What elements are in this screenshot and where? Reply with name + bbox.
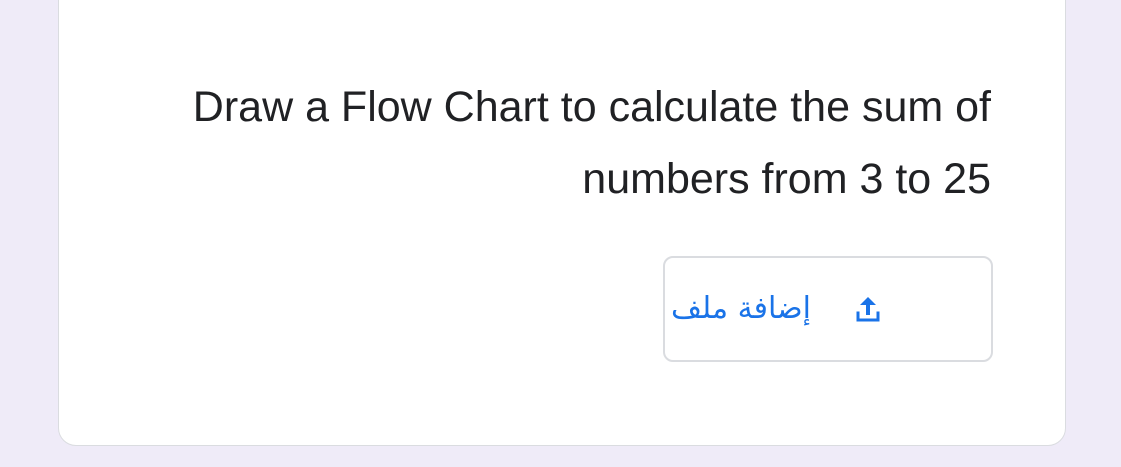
question-text: Draw a Flow Chart to calculate the sum o…: [192, 83, 991, 203]
upload-icon: [849, 290, 887, 328]
question-card: Draw a Flow Chart to calculate the sum o…: [58, 0, 1066, 446]
add-file-label: إضافة ملف: [671, 291, 811, 326]
add-file-button[interactable]: إضافة ملف: [663, 256, 993, 362]
